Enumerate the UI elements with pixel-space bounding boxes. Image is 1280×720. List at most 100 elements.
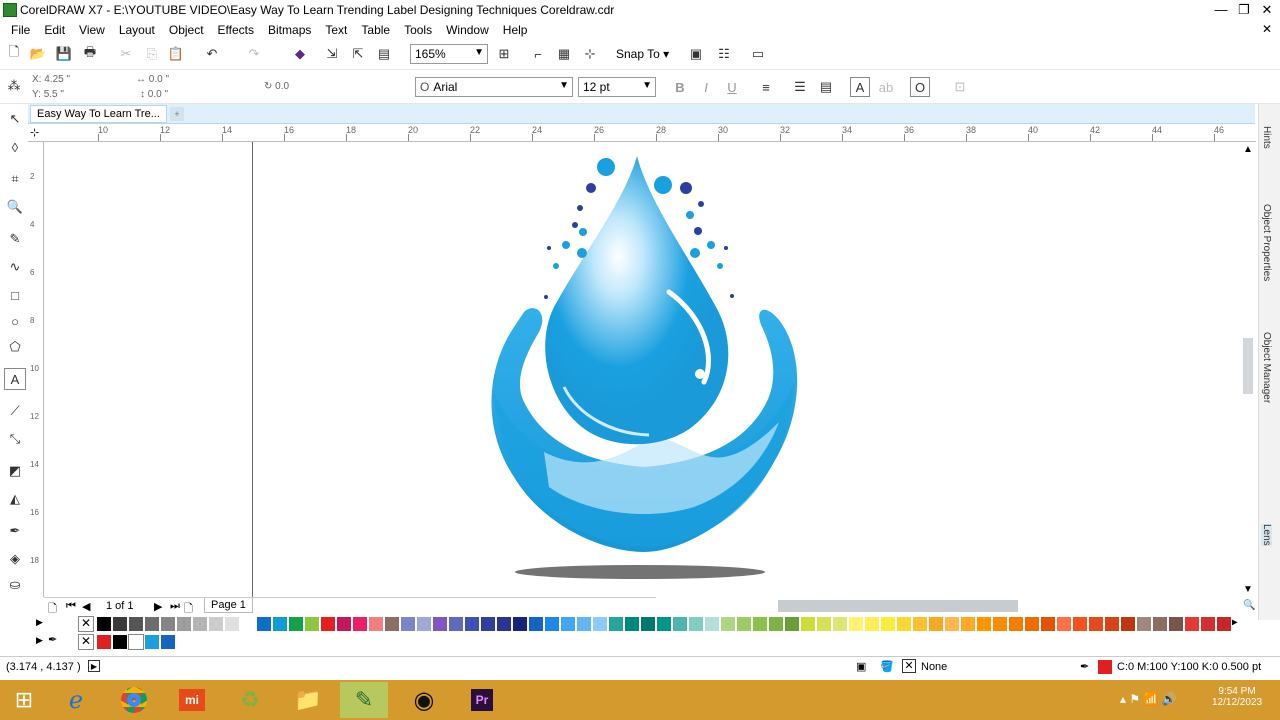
color-swatch[interactable]	[176, 616, 192, 632]
obs-icon[interactable]: ◉	[400, 682, 448, 718]
polygon-tool-icon[interactable]: ⬠	[4, 336, 26, 358]
new-tab-icon[interactable]: +	[170, 107, 184, 121]
artistic-media-icon[interactable]: ∿	[4, 256, 26, 278]
minimize-button[interactable]: —	[1210, 2, 1232, 18]
color-swatch[interactable]	[208, 616, 224, 632]
rectangle-tool-icon[interactable]: □	[4, 284, 26, 306]
color-swatch[interactable]	[880, 616, 896, 632]
document-color-swatch[interactable]	[96, 634, 112, 650]
document-no-color-swatch[interactable]: ✕	[78, 634, 94, 650]
next-page-icon[interactable]: ▶	[154, 600, 162, 613]
color-swatch[interactable]	[336, 616, 352, 632]
file-explorer-icon[interactable]: 📁	[284, 682, 332, 718]
text-properties-icon[interactable]: A	[850, 77, 870, 97]
color-swatch[interactable]	[464, 616, 480, 632]
color-swatch[interactable]	[368, 616, 384, 632]
last-page-icon[interactable]: ⏭	[170, 600, 180, 613]
coreldraw-taskbar-icon[interactable]: ✎	[340, 682, 388, 718]
color-swatch[interactable]	[544, 616, 560, 632]
export-icon[interactable]: ⇱	[348, 44, 368, 64]
menu-help[interactable]: Help	[503, 23, 528, 37]
internet-explorer-icon[interactable]: ℯ	[52, 682, 100, 718]
color-swatch[interactable]	[992, 616, 1008, 632]
x-position[interactable]: X: 4.25 "	[32, 74, 70, 85]
color-swatch[interactable]	[976, 616, 992, 632]
color-swatch[interactable]	[560, 616, 576, 632]
color-swatch[interactable]	[224, 616, 240, 632]
smart-fill-icon[interactable]: ⛀	[4, 574, 26, 596]
color-swatch[interactable]	[912, 616, 928, 632]
color-swatch[interactable]	[1136, 616, 1152, 632]
color-swatch[interactable]	[144, 616, 160, 632]
color-swatch[interactable]	[1216, 616, 1232, 632]
color-swatch[interactable]	[688, 616, 704, 632]
color-swatch[interactable]	[320, 616, 336, 632]
menu-table[interactable]: Table	[361, 23, 390, 37]
color-swatch[interactable]	[160, 616, 176, 632]
y-position[interactable]: Y: 5.5 "	[32, 89, 64, 100]
color-swatch[interactable]	[304, 616, 320, 632]
restore-button[interactable]: ❐	[1233, 2, 1255, 18]
color-swatch[interactable]	[416, 616, 432, 632]
color-swatch[interactable]	[736, 616, 752, 632]
guidelines-icon[interactable]: ▦	[554, 44, 574, 64]
height-field[interactable]: ↕ 0.0 "	[140, 89, 168, 100]
parallel-dimension-icon[interactable]: ⟋	[4, 400, 26, 422]
align-icon[interactable]: ≡	[756, 77, 776, 97]
color-swatch[interactable]	[1104, 616, 1120, 632]
cut-icon[interactable]: ✂	[116, 44, 136, 64]
connector-tool-icon[interactable]: ⤡	[4, 428, 26, 450]
color-swatch[interactable]	[1184, 616, 1200, 632]
shape-tool-icon[interactable]: ◊	[4, 136, 26, 158]
interactive-fill-icon[interactable]: ◈	[4, 548, 26, 570]
angle-field[interactable]: ↻ 0.0	[264, 81, 289, 92]
color-swatch[interactable]	[352, 616, 368, 632]
full-screen-icon[interactable]: ⊞	[494, 44, 514, 64]
color-swatch[interactable]	[832, 616, 848, 632]
search-content-icon[interactable]: ◆	[290, 44, 310, 64]
scroll-down-icon[interactable]: ▼	[1243, 584, 1253, 595]
bullet-list-icon[interactable]: ☰	[790, 77, 810, 97]
previous-page-icon[interactable]: ◀	[82, 600, 90, 613]
horizontal-ruler[interactable]: 10 12 14 16 18 20 22 24 26 28 30 32 34 36 38 40 42 44 46	[28, 124, 1256, 142]
drawing-canvas[interactable]	[44, 142, 1256, 597]
color-swatch[interactable]	[816, 616, 832, 632]
color-swatch[interactable]	[800, 616, 816, 632]
menu-object[interactable]: Object	[169, 23, 204, 37]
color-swatch[interactable]	[288, 616, 304, 632]
zoom-level-combo[interactable]: 165% ▼	[410, 44, 488, 64]
app-launcher-icon[interactable]: ☷	[714, 44, 734, 64]
color-swatch[interactable]	[1088, 616, 1104, 632]
color-swatch[interactable]	[608, 616, 624, 632]
color-swatch[interactable]	[496, 616, 512, 632]
crop-tool-icon[interactable]: ⌗	[4, 168, 26, 190]
width-field[interactable]: ↔ 0.0 "	[136, 74, 169, 85]
underline-icon[interactable]: U	[722, 77, 742, 97]
menu-view[interactable]: View	[79, 23, 105, 37]
color-swatch[interactable]	[1024, 616, 1040, 632]
font-list-combo[interactable]: O Arial ▼	[415, 77, 573, 97]
color-eyedropper-icon[interactable]: ✒	[48, 633, 57, 646]
color-swatch[interactable]	[128, 616, 144, 632]
menu-window[interactable]: Window	[446, 23, 489, 37]
docker-tab-object-manager[interactable]: Object Manager	[1261, 332, 1272, 403]
color-swatch[interactable]	[256, 616, 272, 632]
text-tool-icon[interactable]: A	[4, 368, 26, 390]
color-swatch[interactable]	[400, 616, 416, 632]
menu-bitmaps[interactable]: Bitmaps	[268, 23, 311, 37]
menu-tools[interactable]: Tools	[404, 23, 432, 37]
color-swatch[interactable]	[960, 616, 976, 632]
chrome-icon[interactable]	[110, 682, 158, 718]
taskbar-clock[interactable]: 9:54 PM 12/12/2023	[1212, 686, 1262, 708]
undo-icon[interactable]: ↶	[202, 44, 222, 64]
color-swatch[interactable]	[768, 616, 784, 632]
navigator-icon[interactable]: 🔍	[1243, 600, 1255, 611]
redo-icon[interactable]: ↷	[244, 44, 264, 64]
paste-icon[interactable]: 📋	[166, 44, 186, 64]
edit-text-icon[interactable]: ab	[876, 77, 896, 97]
color-swatch[interactable]	[848, 616, 864, 632]
color-swatch[interactable]	[272, 616, 288, 632]
document-color-swatch[interactable]	[112, 634, 128, 650]
color-swatch[interactable]	[640, 616, 656, 632]
fill-bucket-icon[interactable]: 🪣	[880, 660, 894, 673]
